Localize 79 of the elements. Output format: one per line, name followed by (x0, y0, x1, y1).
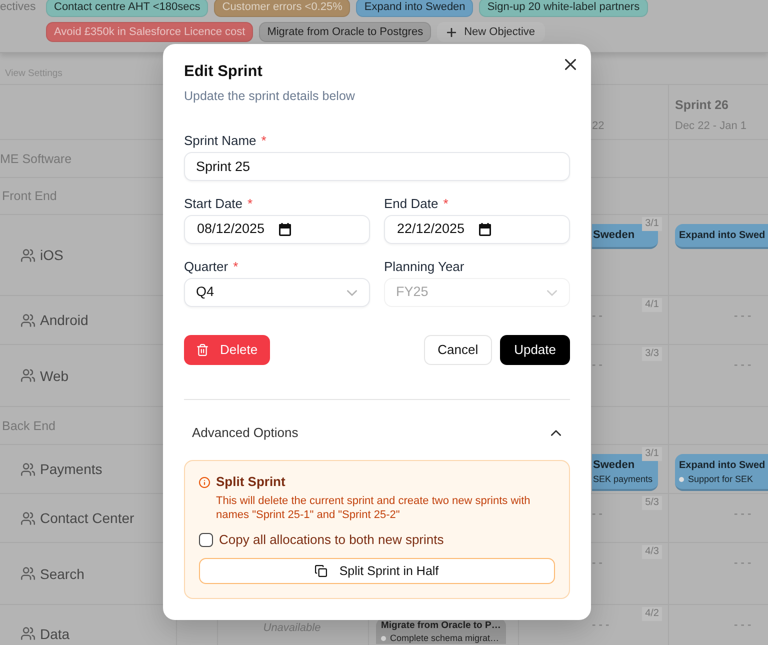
required-asterisk: * (248, 196, 253, 212)
new-objective-button[interactable]: New Objective (437, 22, 546, 42)
checkbox-label: Copy all allocations to both new sprints (219, 531, 444, 549)
field-label: Quarter (184, 259, 228, 275)
chip-item-text: SEK payments (593, 473, 653, 485)
field-label: Planning Year (384, 259, 464, 275)
cancel-button[interactable]: Cancel (424, 335, 492, 365)
objective-chip[interactable]: Migrate from Oracle to P… Complete schema migrat… (376, 618, 506, 644)
people-icon (21, 462, 35, 476)
objective-chip[interactable]: Expand into Swed Support for SEK (675, 454, 768, 491)
dialog-title: Edit Sprint (184, 62, 264, 82)
capacity-count: 4/2 (642, 607, 662, 621)
date-input[interactable]: 22/12/2025 (384, 215, 570, 244)
team-name: Android (40, 311, 88, 329)
objective-tag[interactable]: Migrate from Oracle to Postgres (259, 22, 432, 42)
plus-icon (447, 28, 456, 36)
chip-title: Migrate from Oracle to P… (381, 619, 501, 633)
dropdown-select[interactable]: Q4 (184, 278, 370, 307)
team-name: Payments (40, 460, 102, 478)
team-name: Contact Center (40, 509, 134, 527)
chip-item-text: Complete schema migrat… (390, 633, 500, 644)
capacity-count: 4/3 (642, 545, 662, 559)
people-icon (21, 512, 35, 524)
delete-button[interactable]: Delete (184, 335, 270, 365)
required-asterisk: * (233, 259, 238, 275)
objective-tag[interactable]: Sign-up 20 white-label partners (479, 0, 648, 17)
team-name: Data (40, 624, 70, 642)
info-icon (199, 476, 210, 488)
team-name: Search (40, 564, 84, 582)
dialog-subtitle: Update the sprint details below (184, 88, 355, 105)
chip-title: Sweden (593, 228, 636, 243)
sprint-title: Sprint 26 (675, 98, 728, 112)
copy-allocations-checkbox[interactable] (199, 533, 213, 547)
field-label: Sprint Name (184, 133, 256, 149)
sprint-dates: 22 (592, 119, 604, 134)
capacity-count: 5/3 (642, 496, 662, 510)
text-input[interactable]: Sprint 25 (184, 152, 570, 181)
group-name: Front End (2, 188, 57, 204)
objective-tag[interactable]: Contact centre AHT <180secs (46, 0, 208, 17)
chip-item-text: Support for SEK (688, 473, 754, 485)
calendar-icon (478, 223, 491, 236)
chip-title: Expand into Swed (679, 459, 766, 473)
team-name: Web (40, 366, 69, 384)
people-icon (21, 314, 35, 326)
chip-title: Sweden (593, 458, 636, 473)
team-name: iOS (40, 246, 64, 264)
objective-tag[interactable]: Expand into Sweden (356, 0, 474, 17)
copy-icon (315, 565, 328, 577)
people-icon (21, 567, 35, 580)
group-name: ME Software (0, 150, 72, 166)
update-button[interactable]: Update (500, 335, 570, 365)
trash-icon (197, 344, 208, 356)
capacity-count: 3/1 (642, 217, 662, 231)
capacity-count: 3/3 (642, 347, 662, 361)
people-icon (21, 627, 35, 640)
people-icon (21, 248, 35, 262)
capacity-count: 3/1 (642, 447, 662, 461)
panel-title: Split Sprint (216, 473, 286, 491)
people-icon (21, 369, 35, 382)
chevron-down-icon (547, 290, 557, 296)
required-asterisk: * (261, 133, 266, 149)
panel-description: This will delete the current sprint and create two new sprints with names "Sprint 25-1" and "Sprint 25-2" (216, 494, 532, 522)
split-sprint-button[interactable]: Split Sprint in Half (199, 558, 555, 584)
date-input[interactable]: 08/12/2025 (184, 215, 370, 244)
chevron-down-icon (347, 290, 357, 296)
capacity-count: 4/1 (642, 298, 662, 312)
close-button[interactable] (565, 59, 576, 70)
field-label: End Date (384, 196, 438, 212)
section-label: ectives (0, 0, 37, 14)
required-asterisk: * (443, 196, 448, 212)
close-icon (565, 59, 576, 70)
group-name: Back End (2, 418, 56, 434)
advanced-options-toggle[interactable]: Advanced Options (184, 413, 570, 453)
chevron-up-icon (551, 430, 561, 436)
objective-chip[interactable]: Expand into Swed (675, 224, 768, 249)
calendar-icon (278, 223, 291, 236)
sprint-dates: Dec 22 - Jan 1 (675, 119, 747, 134)
field-label: Start Date (184, 196, 243, 212)
chip-title: Expand into Swed (679, 229, 766, 243)
